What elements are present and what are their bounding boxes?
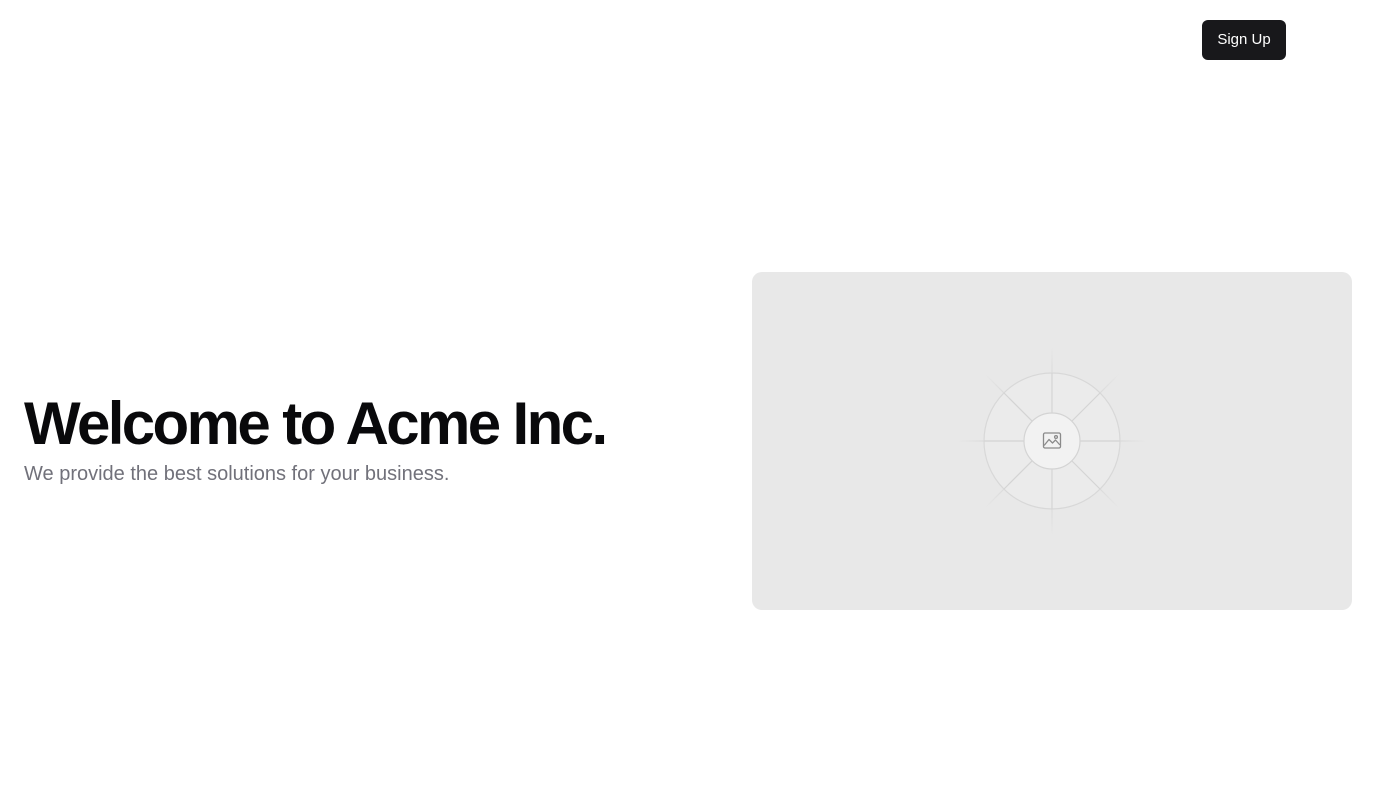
top-bar: Sign Up [0,0,1376,80]
placeholder-inner-circle [1023,412,1081,470]
landing-page: Sign Up Welcome to Acme Inc. We provide … [0,0,1376,802]
hero-text-block: Welcome to Acme Inc. We provide the best… [24,388,724,488]
hero-image-placeholder [752,272,1352,610]
hero-subtitle: We provide the best solutions for your b… [24,463,450,485]
sign-up-button[interactable]: Sign Up [1202,20,1286,60]
placeholder-graphic [957,346,1147,536]
hero-title: Welcome to Acme Inc. [24,390,608,457]
